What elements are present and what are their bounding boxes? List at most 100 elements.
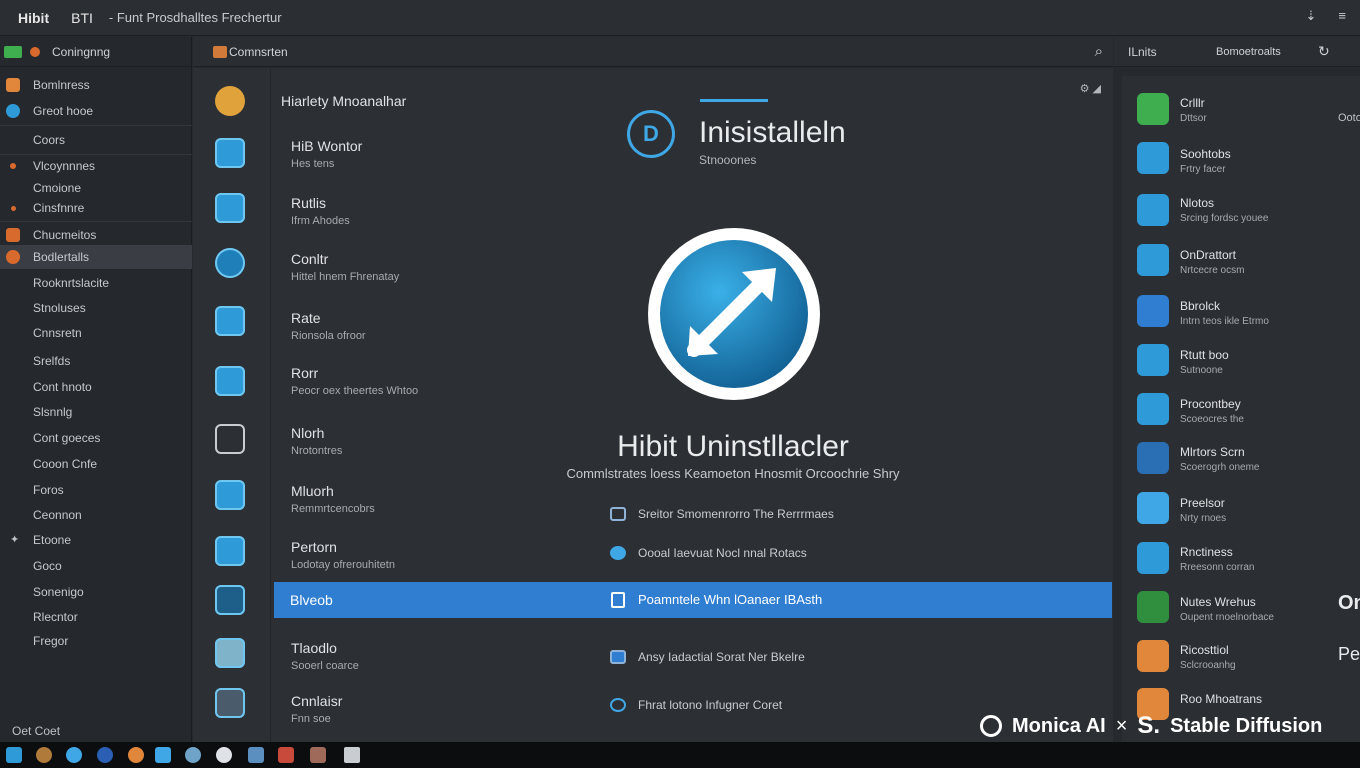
- sidebar-item[interactable]: Fregor: [0, 629, 192, 653]
- app-list-item[interactable]: HiB Wontor Hes tens: [291, 138, 362, 170]
- app-list-item[interactable]: Mluorh Remmrtcencobrs: [291, 483, 375, 515]
- app-icon[interactable]: [215, 248, 245, 278]
- feature-item[interactable]: Ansy Iadactial Sorat Ner Bkelre: [610, 650, 805, 664]
- taskbar-app-icon[interactable]: [216, 747, 232, 763]
- center-panel: Hiarlety Mnoanalhar HiB Wontor Hes tens R…: [193, 68, 1113, 742]
- app-list-item-selected[interactable]: Blveob Poamntele Whn lOanaer IBAsth: [274, 582, 1112, 618]
- app-icon[interactable]: [215, 480, 245, 510]
- taskbar-app-icon[interactable]: [185, 747, 201, 763]
- sidebar-item[interactable]: ✦ Etoone: [0, 528, 192, 552]
- settings-icon[interactable]: ⚙ ◢: [1080, 82, 1101, 95]
- sidebar-item[interactable]: Rlecntor: [0, 605, 192, 629]
- sidebar-item[interactable]: Srelfds: [0, 349, 192, 373]
- right-list-item[interactable]: Roo Mhoatrans: [1180, 692, 1262, 709]
- sidebar-item[interactable]: Slsnnlg: [0, 400, 192, 424]
- taskbar-app-icon[interactable]: [66, 747, 82, 763]
- start-icon[interactable]: [6, 747, 22, 763]
- app-icon[interactable]: [1137, 492, 1169, 524]
- right-list-item[interactable]: Rtutt boo Sutnoone: [1180, 348, 1229, 376]
- app-icon[interactable]: [215, 688, 245, 718]
- brand-accent-line: [700, 99, 768, 102]
- list-title: Hiarlety Mnoanalhar: [281, 93, 407, 109]
- app-list-item[interactable]: Cnnlaisr Fnn soe: [291, 693, 342, 725]
- app-icon[interactable]: [1137, 344, 1169, 376]
- feature-item[interactable]: Fhrat lotono Infugner Coret: [610, 698, 782, 712]
- taskbar-app-icon[interactable]: [155, 747, 171, 763]
- sidebar-header[interactable]: Coningnng: [0, 37, 191, 67]
- sidebar-item[interactable]: Sonenigo: [0, 580, 192, 604]
- app-icon[interactable]: [215, 424, 245, 454]
- sidebar-item[interactable]: Foros: [0, 478, 192, 502]
- sidebar-item[interactable]: Cont goeces: [0, 426, 192, 450]
- taskbar-app-icon[interactable]: [310, 747, 326, 763]
- sidebar-item[interactable]: Ceonnon: [0, 503, 192, 527]
- right-tab-label[interactable]: Bomoetroalts: [1216, 46, 1281, 58]
- taskbar-app-icon[interactable]: [248, 747, 264, 763]
- app-list-item[interactable]: Rutlis Ifrm Ahodes: [291, 195, 350, 227]
- sidebar-item[interactable]: Chucmeitos: [0, 223, 192, 247]
- right-list-item[interactable]: Nutes Wrehus Oupent rnoelnorbace: [1180, 595, 1274, 623]
- sidebar-item-label: Vlcoynnnes: [33, 159, 96, 173]
- search-icon[interactable]: ⌕: [1095, 43, 1103, 60]
- right-list-item[interactable]: Mlrtors Scrn Scoerogrh oneme: [1180, 445, 1260, 473]
- app-icon[interactable]: [215, 638, 245, 668]
- app-icon[interactable]: [215, 138, 245, 168]
- app-icon[interactable]: [1137, 93, 1169, 125]
- app-icon[interactable]: [1137, 194, 1169, 226]
- app-icon[interactable]: [215, 585, 245, 615]
- sidebar-item[interactable]: Vlcoynnnes: [0, 154, 192, 178]
- sidebar-item[interactable]: Cinsfnnre: [0, 196, 192, 220]
- right-list-item[interactable]: Procontbey Scoeocres the: [1180, 397, 1244, 425]
- sidebar-item[interactable]: Goco: [0, 554, 192, 578]
- taskbar-app-icon[interactable]: [36, 747, 52, 763]
- app-icon[interactable]: [1137, 640, 1169, 672]
- taskbar-app-icon[interactable]: [97, 747, 113, 763]
- right-list-item[interactable]: Nlotos Srcing fordsc youee: [1180, 196, 1268, 224]
- menu-icon[interactable]: ≡: [1338, 8, 1346, 24]
- right-list-item[interactable]: OnDrattort Nrtcecre ocsm: [1180, 248, 1244, 276]
- app-icon[interactable]: [1137, 295, 1169, 327]
- taskbar-app-icon[interactable]: [278, 747, 294, 763]
- app-icon[interactable]: [1137, 393, 1169, 425]
- right-list-item[interactable]: Preelsor Nrty rnoes: [1180, 496, 1226, 524]
- sidebar-item[interactable]: Stnoluses: [0, 296, 192, 320]
- sidebar-item[interactable]: Cont hnoto: [0, 375, 192, 399]
- taskbar-app-icon[interactable]: [344, 747, 360, 763]
- main-toolbar: Comnsrten ⌕: [193, 37, 1113, 67]
- app-icon[interactable]: [1137, 442, 1169, 474]
- download-icon[interactable]: ⇣: [1306, 8, 1317, 24]
- app-icon[interactable]: [215, 536, 245, 566]
- app-list-item[interactable]: Rorr Peocr oex theertes Whtoo: [291, 365, 418, 397]
- app-icon[interactable]: [1137, 542, 1169, 574]
- app-list-item[interactable]: Conltr Hittel hnem Fhrenatay: [291, 251, 399, 283]
- app-list-item[interactable]: Pertorn Lodotay ofrerouhitetn: [291, 539, 395, 571]
- sidebar-item[interactable]: Rooknrtslacite: [0, 271, 192, 295]
- sidebar-item[interactable]: Coors: [0, 128, 192, 152]
- app-icon[interactable]: [215, 86, 245, 116]
- right-list-item[interactable]: Bbrolck Intrn teos ikle Etrmo: [1180, 299, 1269, 327]
- sidebar-item[interactable]: Greot hooe: [0, 99, 192, 123]
- right-list-item[interactable]: Crlllr Dttsor: [1180, 96, 1207, 124]
- app-icon[interactable]: [1137, 591, 1169, 623]
- feature-item[interactable]: Sreitor Smomenrorro The Rerrrmaes: [610, 507, 834, 521]
- app-list-item[interactable]: Nlorh Nrotontres: [291, 425, 342, 457]
- sidebar-item[interactable]: Cnnsretn: [0, 321, 192, 345]
- refresh-icon[interactable]: ↻: [1318, 43, 1330, 60]
- right-list-item[interactable]: Ricosttiol Sclcrooanhg: [1180, 643, 1236, 671]
- sidebar-item[interactable]: Cooon Cnfe: [0, 452, 192, 476]
- app-list-item[interactable]: Tlaodlo Sooerl coarce: [291, 640, 359, 672]
- feature-item[interactable]: Oooal Iaevuat Nocl nnal Rotacs: [610, 546, 807, 560]
- right-list-item[interactable]: Soohtobs Frtry facer: [1180, 147, 1231, 175]
- taskbar-app-icon[interactable]: [128, 747, 144, 763]
- app-list-item[interactable]: Rate Rionsola ofroor: [291, 310, 366, 342]
- app-icon[interactable]: [215, 366, 245, 396]
- sidebar-footer[interactable]: Oet Coet: [12, 724, 60, 738]
- sidebar-item[interactable]: Bomlnress: [0, 73, 192, 97]
- sidebar-item-active[interactable]: Bodlertalls: [0, 245, 192, 269]
- app-icon[interactable]: [215, 193, 245, 223]
- app-icon[interactable]: [1137, 142, 1169, 174]
- right-list-item[interactable]: Rnctiness Rreesonn corran: [1180, 545, 1254, 573]
- right-tab-label[interactable]: ILnits: [1128, 45, 1157, 59]
- app-icon[interactable]: [1137, 244, 1169, 276]
- app-icon[interactable]: [215, 306, 245, 336]
